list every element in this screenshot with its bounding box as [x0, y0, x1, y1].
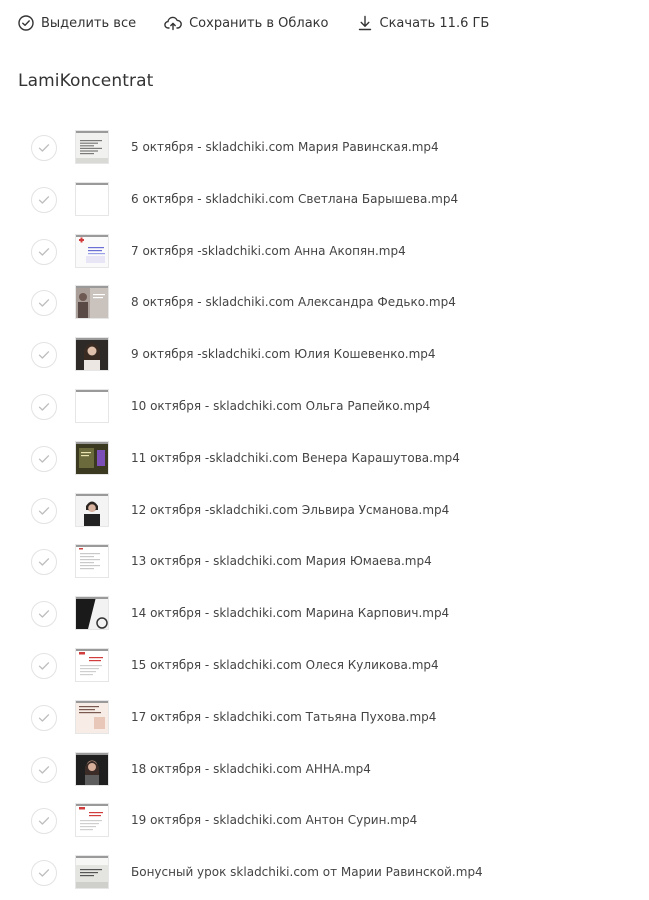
- check-icon: [38, 506, 50, 515]
- file-row[interactable]: 15 октября - skladchiki.com Олеся Кулико…: [0, 640, 649, 692]
- file-row[interactable]: 5 октября - skladchiki.com Мария Равинск…: [0, 122, 649, 174]
- check-icon: [38, 195, 50, 204]
- check-icon: [38, 765, 50, 774]
- video-thumbnail: [75, 751, 109, 786]
- folder-title: LamiKoncentrat: [18, 71, 154, 91]
- file-row[interactable]: 8 октября - skladchiki.com Александра Фе…: [0, 277, 649, 329]
- file-name[interactable]: 19 октября - skladchiki.com Антон Сурин.…: [131, 813, 417, 827]
- file-name[interactable]: 5 октября - skladchiki.com Мария Равинск…: [131, 140, 439, 154]
- check-icon: [38, 351, 50, 359]
- file-select-checkbox[interactable]: [31, 756, 57, 783]
- file-row[interactable]: Бонусный урок skladchiki.com от Марии Ра…: [0, 847, 649, 899]
- file-name[interactable]: 8 октября - skladchiki.com Александра Фе…: [131, 295, 456, 309]
- file-row[interactable]: 6 октября - skladchiki.com Светлана Бары…: [0, 174, 649, 226]
- file-name[interactable]: 18 октября - skladchiki.com АННА.mp4: [131, 762, 371, 776]
- file-row[interactable]: 17 октября - skladchiki.com Татьяна Пухо…: [0, 692, 649, 744]
- check-circle-icon: [18, 15, 34, 31]
- file-row[interactable]: 7 октября -skladchiki.com Анна Акопян.mp…: [0, 226, 649, 278]
- download-icon: [358, 15, 371, 31]
- check-icon: [38, 403, 50, 411]
- file-row[interactable]: 14 октября - skladchiki.com Марина Карпо…: [0, 588, 649, 640]
- video-thumbnail: [75, 699, 109, 734]
- file-name[interactable]: 14 октября - skladchiki.com Марина Карпо…: [131, 606, 449, 620]
- file-name[interactable]: 7 октября -skladchiki.com Анна Акопян.mp…: [131, 244, 406, 258]
- file-select-checkbox[interactable]: [31, 704, 57, 731]
- video-thumbnail: [75, 440, 109, 475]
- file-select-checkbox[interactable]: [31, 860, 57, 887]
- file-select-checkbox[interactable]: [31, 238, 57, 265]
- file-row[interactable]: 9 октября -skladchiki.com Юлия Кошевенко…: [0, 329, 649, 381]
- check-icon: [38, 713, 50, 722]
- video-thumbnail: [75, 544, 109, 579]
- save-to-cloud-button[interactable]: Сохранить в Облако: [164, 15, 329, 31]
- save-to-cloud-label: Сохранить в Облако: [189, 15, 329, 31]
- file-select-checkbox[interactable]: [31, 186, 57, 213]
- cloud-upload-icon: [164, 16, 183, 31]
- video-thumbnail: [75, 181, 109, 216]
- file-list: 5 октября - skladchiki.com Мария Равинск…: [0, 122, 649, 899]
- file-select-checkbox[interactable]: [31, 342, 57, 369]
- file-name[interactable]: 12 октября -skladchiki.com Эльвира Усман…: [131, 503, 449, 517]
- video-thumbnail: [75, 855, 109, 890]
- download-label: Скачать 11.6 ГБ: [379, 15, 490, 31]
- toolbar: Выделить все Сохранить в Облако Скачать …: [18, 12, 517, 34]
- select-all-button[interactable]: Выделить все: [18, 15, 136, 31]
- check-icon: [38, 817, 50, 826]
- check-icon: [38, 454, 50, 463]
- file-select-checkbox[interactable]: [31, 497, 57, 524]
- file-row[interactable]: 12 октября -skladchiki.com Эльвира Усман…: [0, 485, 649, 537]
- file-select-checkbox[interactable]: [31, 135, 57, 161]
- check-icon: [38, 610, 50, 618]
- video-thumbnail: [75, 130, 109, 164]
- file-name[interactable]: Бонусный урок skladchiki.com от Марии Ра…: [131, 865, 483, 879]
- file-row[interactable]: 10 октября - skladchiki.com Ольга Рапейк…: [0, 381, 649, 433]
- file-row[interactable]: 13 октября - skladchiki.com Мария Юмаева…: [0, 536, 649, 588]
- download-button[interactable]: Скачать 11.6 ГБ: [357, 15, 490, 31]
- select-all-label: Выделить все: [41, 15, 137, 31]
- video-thumbnail: [75, 388, 109, 423]
- check-icon: [38, 558, 50, 567]
- file-select-checkbox[interactable]: [31, 808, 57, 835]
- video-thumbnail: [75, 233, 109, 268]
- file-select-checkbox[interactable]: [31, 652, 57, 679]
- file-name[interactable]: 6 октября - skladchiki.com Светлана Бары…: [131, 192, 458, 206]
- check-icon: [38, 869, 50, 877]
- file-name[interactable]: 15 октября - skladchiki.com Олеся Кулико…: [131, 658, 439, 672]
- video-thumbnail: [75, 285, 109, 320]
- video-thumbnail: [75, 337, 109, 372]
- check-icon: [38, 299, 50, 308]
- file-name[interactable]: 10 октября - skladchiki.com Ольга Рапейк…: [131, 399, 430, 413]
- video-thumbnail: [75, 596, 109, 631]
- file-name[interactable]: 11 октября -skladchiki.com Венера Карашу…: [131, 451, 460, 465]
- file-select-checkbox[interactable]: [31, 445, 57, 472]
- file-select-checkbox[interactable]: [31, 393, 57, 420]
- check-icon: [38, 247, 50, 256]
- file-row[interactable]: 11 октября -skladchiki.com Венера Карашу…: [0, 433, 649, 485]
- check-icon: [38, 144, 50, 152]
- check-icon: [38, 662, 50, 670]
- video-thumbnail: [75, 647, 109, 682]
- file-row[interactable]: 19 октября - skladchiki.com Антон Сурин.…: [0, 795, 649, 847]
- file-name[interactable]: 13 октября - skladchiki.com Мария Юмаева…: [131, 554, 432, 568]
- video-thumbnail: [75, 803, 109, 838]
- video-thumbnail: [75, 492, 109, 527]
- file-name[interactable]: 9 октября -skladchiki.com Юлия Кошевенко…: [131, 347, 436, 361]
- file-select-checkbox[interactable]: [31, 601, 57, 628]
- file-select-checkbox[interactable]: [31, 549, 57, 576]
- file-row[interactable]: 18 октября - skladchiki.com АННА.mp4: [0, 744, 649, 796]
- file-name[interactable]: 17 октября - skladchiki.com Татьяна Пухо…: [131, 710, 436, 724]
- file-select-checkbox[interactable]: [31, 290, 57, 317]
